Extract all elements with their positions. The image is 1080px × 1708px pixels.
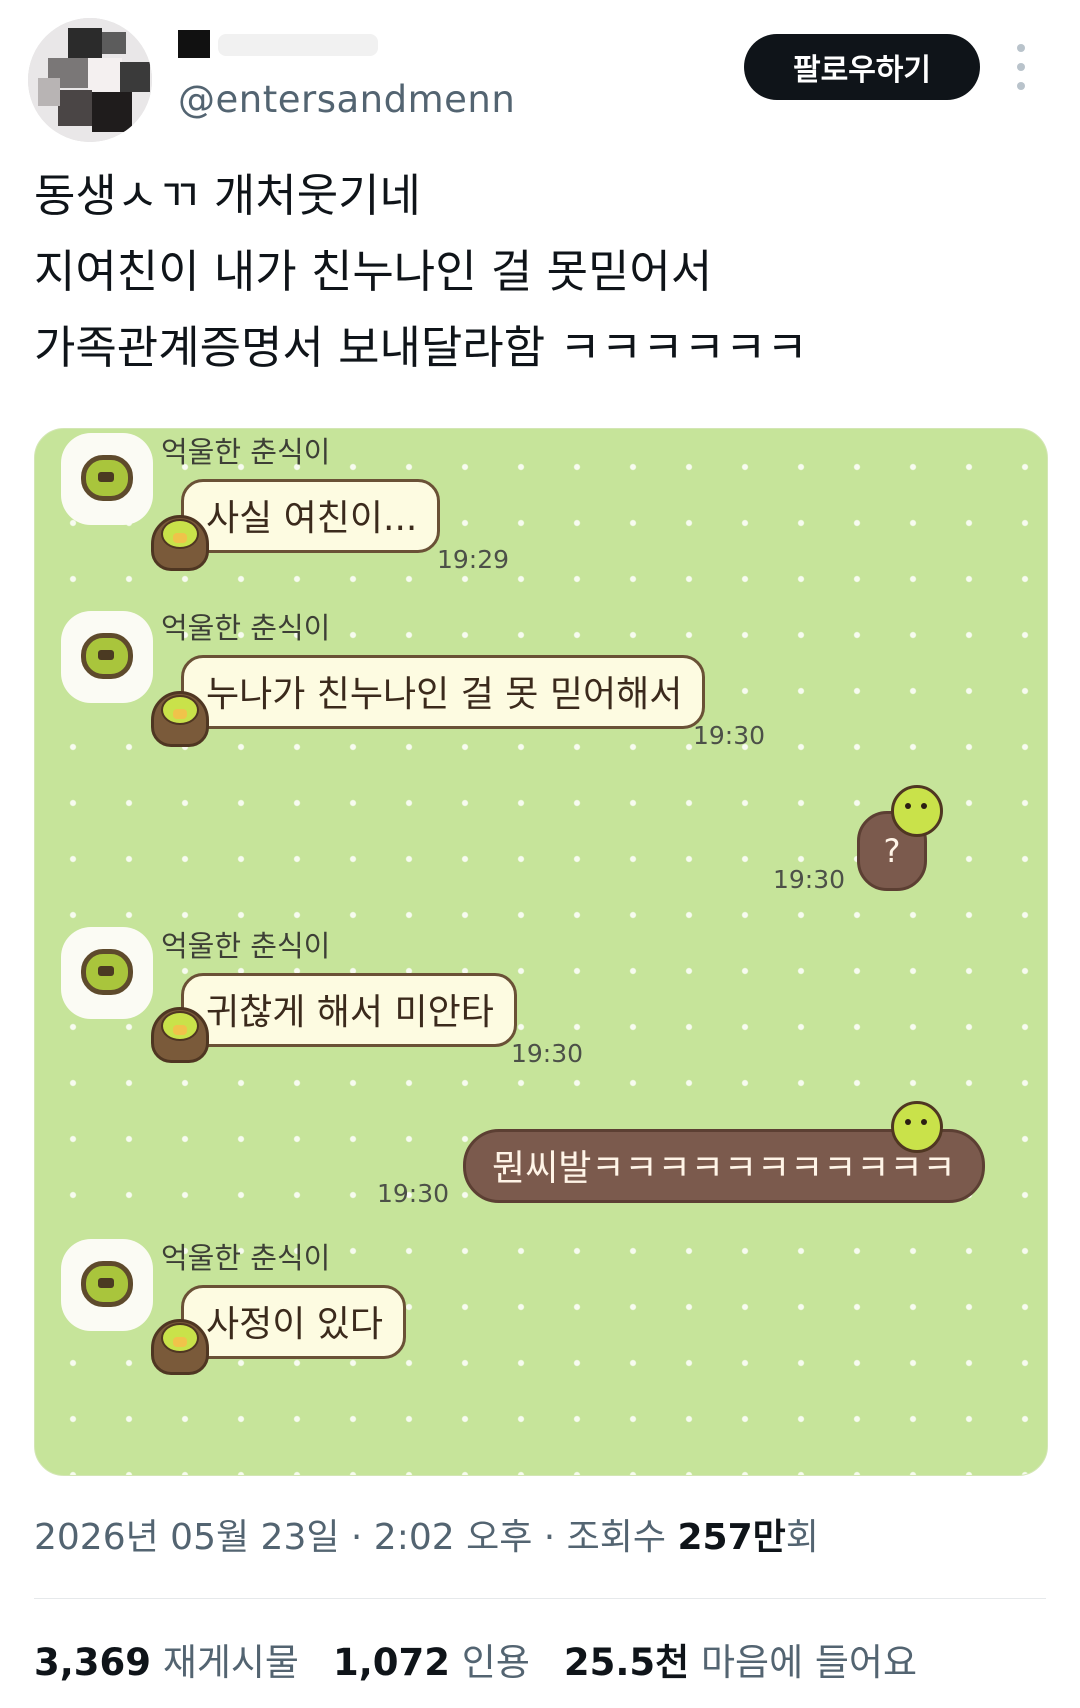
message-time: 19:30 (693, 721, 766, 750)
tweet-line: 지여친이 내가 친누나인 걸 못믿어서 (34, 245, 713, 298)
message-time: 19:29 (437, 545, 510, 574)
message-time: 19:30 (511, 1039, 584, 1068)
display-name-redacted (178, 28, 438, 70)
likes-stat[interactable]: 25.5천 마음에 들어요 (564, 1632, 917, 1686)
likes-label: 마음에 들어요 (701, 1641, 918, 1684)
character-sticker-icon (151, 1315, 209, 1377)
chat-avatar (61, 611, 153, 703)
tweet-timestamp: 2026년 05월 23일 · 2:02 오후 · 조회수 257만회 (34, 1508, 819, 1560)
tweet-line: 가족관계증명서 보내달라함 ㅋㅋㅋㅋㅋㅋ (34, 321, 808, 374)
sender-name: 억울한 춘식이 (161, 611, 331, 645)
sender-name: 억울한 춘식이 (161, 1241, 331, 1275)
user-handle[interactable]: @entersandmenn (178, 78, 515, 121)
date-time-text: 2026년 05월 23일 · 2:02 오후 · 조회수 (34, 1517, 678, 1558)
likes-count: 25.5천 (563, 1641, 690, 1684)
incoming-bubble: 귀찮게 해서 미안타 (181, 973, 517, 1047)
character-sticker-icon (891, 785, 943, 843)
quotes-stat[interactable]: 1,072 인용 (333, 1632, 530, 1686)
character-sticker-icon (151, 1003, 209, 1065)
quotes-label: 인용 (461, 1641, 530, 1684)
chat-avatar (61, 927, 153, 1019)
view-count-suffix: 회 (785, 1517, 819, 1558)
incoming-bubble: 사실 여친이... (181, 479, 441, 553)
character-sticker-icon (891, 1101, 943, 1159)
follow-button[interactable]: 팔로우하기 (744, 34, 980, 100)
incoming-bubble: 누나가 친누나인 걸 못 믿어해서 (181, 655, 706, 729)
chat-avatar (61, 433, 153, 525)
profile-avatar[interactable] (28, 18, 152, 142)
incoming-bubble: 사정이 있다 (181, 1285, 407, 1359)
sender-name: 억울한 춘식이 (161, 435, 331, 469)
retweets-label: 재게시물 (162, 1641, 299, 1684)
divider (34, 1598, 1046, 1599)
more-options-icon[interactable] (1014, 44, 1028, 90)
message-time: 19:30 (773, 865, 846, 894)
chat-screenshot-image[interactable]: 억울한 춘식이 사실 여친이... 19:29 억울한 춘식이 누나가 친누나인… (34, 428, 1048, 1476)
retweets-stat[interactable]: 3,369 재게시물 (34, 1632, 299, 1686)
tweet-text: 동생ㅅㄲ 개처웃기네 지여친이 내가 친누나인 걸 못믿어서 가족관계증명서 보… (34, 158, 1044, 386)
character-sticker-icon (151, 511, 209, 573)
view-count: 257만 (677, 1517, 786, 1558)
engagement-stats: 3,369 재게시물 1,072 인용 25.5천 마음에 들어요 (34, 1632, 951, 1686)
character-sticker-icon (151, 687, 209, 749)
message-time: 19:30 (377, 1179, 450, 1208)
tweet-line: 동생ㅅㄲ 개처웃기네 (34, 169, 421, 222)
chat-avatar (61, 1239, 153, 1331)
sender-name: 억울한 춘식이 (161, 929, 331, 963)
quotes-count: 1,072 (332, 1641, 451, 1684)
retweets-count: 3,369 (34, 1641, 152, 1684)
